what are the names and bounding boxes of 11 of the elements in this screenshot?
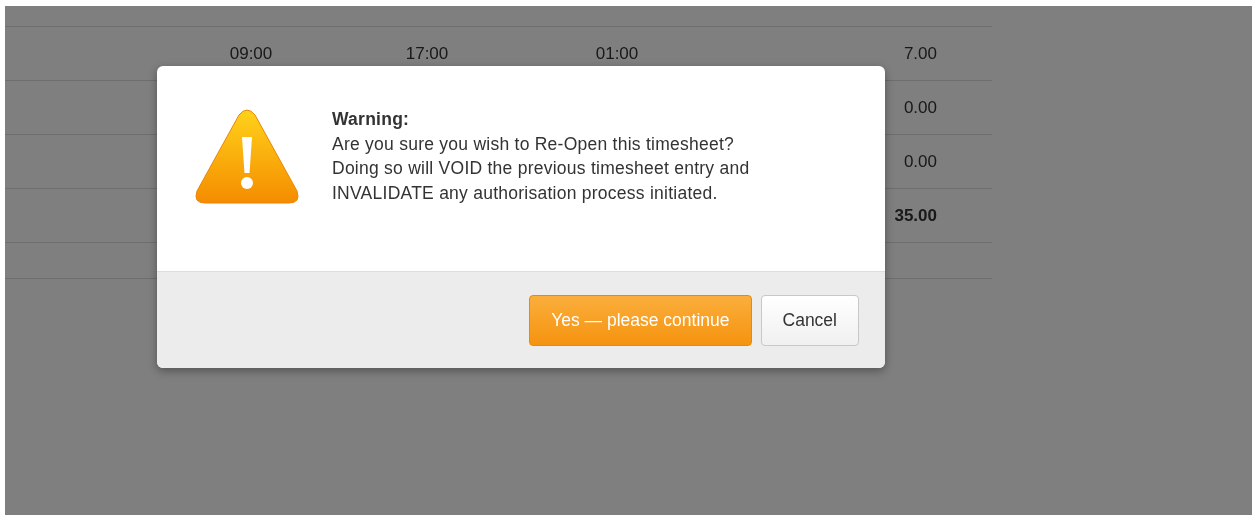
table-cell: 0.00 <box>903 151 937 171</box>
cancel-button[interactable]: Cancel <box>760 294 859 346</box>
table-cell: 17:00 <box>405 43 449 63</box>
table-cell: 01:00 <box>595 43 639 63</box>
warning-icon <box>193 107 301 207</box>
dialog-title: Warning: <box>332 108 411 131</box>
warning-message: Are you sure you wish to Re-Open this timesheet? Doing so will VOID the previous timesheet entry and INVALIDATE any authorisation process initiated. <box>332 132 750 205</box>
total-hours: 35.00 <box>894 205 937 225</box>
table-cell: 0.00 <box>903 97 937 117</box>
table-cell: 7.00 <box>903 43 937 63</box>
table-cell: 09:00 <box>229 43 273 63</box>
